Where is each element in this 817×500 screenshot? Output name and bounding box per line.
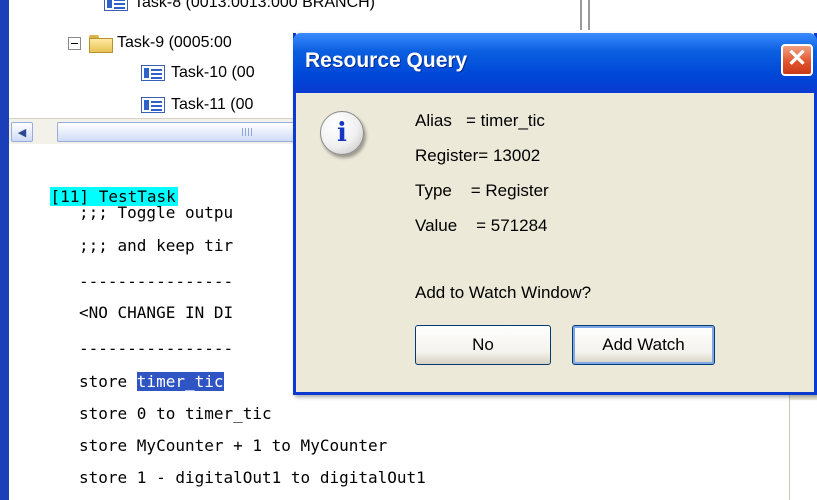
dialog-title-bar[interactable]: Resource Query ✕ [293, 33, 817, 93]
task-icon [141, 65, 165, 81]
type-text: Type = Register [415, 181, 549, 200]
tree-item-label: Task-9 (0005:00 [117, 34, 232, 51]
register-text: Register= 13002 [415, 146, 541, 165]
code-keyword: store [79, 372, 137, 391]
add-watch-button[interactable]: Add Watch [572, 325, 715, 365]
collapse-icon[interactable] [68, 36, 81, 50]
resource-query-dialog: Resource Query ✕ i Alias = timer_tic Reg… [293, 33, 817, 395]
alias-text: Alias = timer_tic [415, 111, 545, 130]
task-icon [104, 0, 128, 11]
pane-divider [588, 0, 590, 30]
code-line: store 1 - digitalOut1 to digitalOut1 [79, 468, 426, 487]
info-icon: i [320, 111, 364, 155]
tree-item-label: Task-11 (00 [171, 96, 254, 113]
code-line: ---------------- [79, 339, 234, 358]
no-button[interactable]: No [415, 325, 551, 365]
code-line: store 0 to timer_tic [79, 404, 272, 423]
value-text: Value = 571284 [415, 216, 548, 235]
code-line: store MyCounter + 1 to MyCounter [79, 436, 388, 455]
watch-question: Add to Watch Window? [415, 283, 592, 302]
close-icon: ✕ [786, 45, 808, 72]
close-button[interactable]: ✕ [781, 44, 813, 76]
pane-divider [580, 0, 582, 30]
tree-item-label: Task-10 (00 [171, 64, 255, 81]
dialog-title: Resource Query [305, 49, 468, 72]
code-line: <NO CHANGE IN DI [79, 303, 234, 322]
grip-icon [242, 128, 252, 136]
code-line-store: store timer_tic [79, 372, 224, 391]
folder-icon [89, 35, 113, 53]
tree-item-task-8[interactable]: Task-8 (0013:0013:000 BRANCH) [104, 0, 375, 15]
window-left-border [0, 0, 9, 500]
task-icon [141, 97, 165, 113]
selected-variable[interactable]: timer_tic [136, 372, 224, 391]
right-panel-blank [789, 400, 817, 500]
code-line: ;;; and keep tir [79, 236, 234, 255]
tree-item-task-9[interactable]: Task-9 (0005:00 [68, 31, 232, 55]
code-line: ---------------- [79, 272, 234, 291]
code-line: ;;; Toggle outpu [79, 203, 234, 222]
tree-item-task-11[interactable]: Task-11 (00 [141, 93, 253, 117]
tree-item-task-10[interactable]: Task-10 (00 [141, 61, 255, 85]
tree-item-label: Task-8 (0013:0013:000 BRANCH) [134, 0, 376, 11]
scroll-left-arrow-icon[interactable]: ◀ [11, 122, 33, 142]
